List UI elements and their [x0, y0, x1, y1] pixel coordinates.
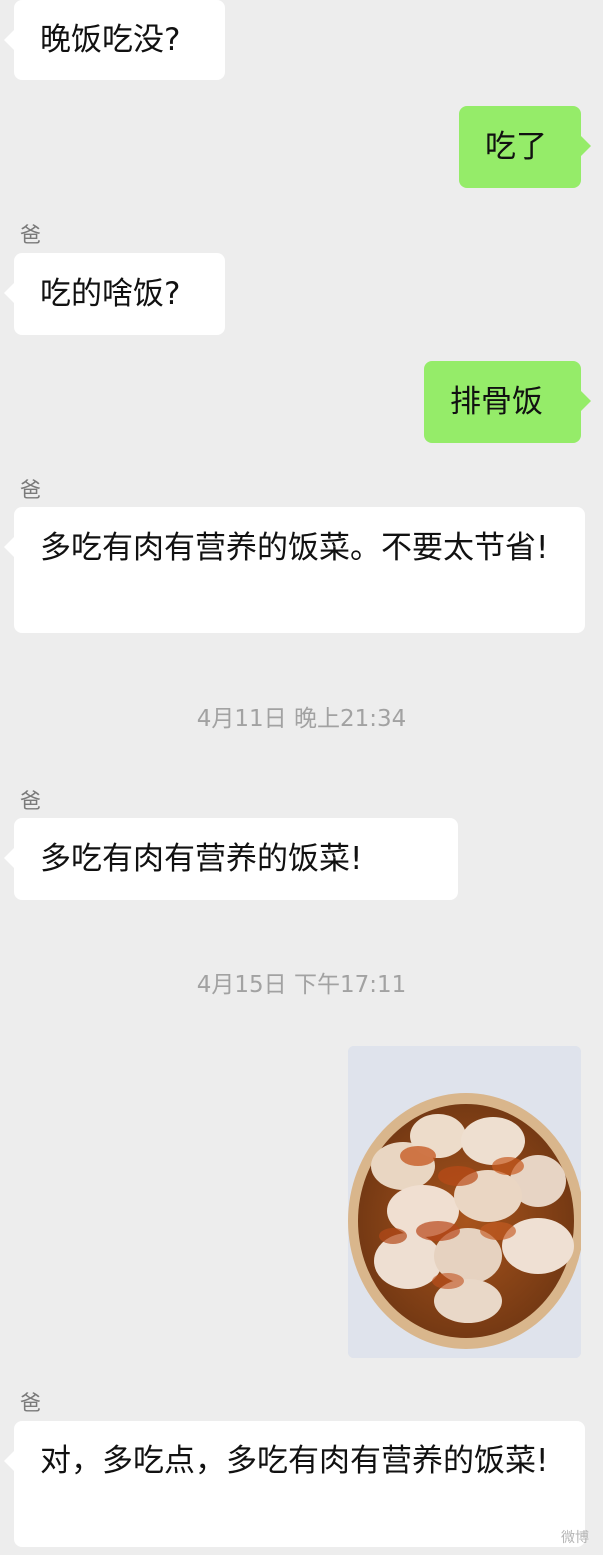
message-text: 对，多吃点，多吃有肉有营养的饭菜!: [40, 1443, 549, 1479]
incoming-message-bubble[interactable]: 吃的啥饭?: [4, 253, 225, 335]
outgoing-message-bubble[interactable]: 排骨饭: [424, 361, 591, 443]
watermark: 微博: [561, 1530, 589, 1546]
message-text: 多吃有肉有营养的饭菜。不要太节省!: [40, 530, 549, 566]
timestamp: 4月11日 晚上21:34: [196, 706, 407, 732]
incoming-message-bubble[interactable]: 对，多吃点，多吃有肉有营养的饭菜!: [4, 1421, 585, 1547]
message-text: 排骨饭: [450, 384, 543, 420]
message-text: 晚饭吃没?: [40, 22, 181, 58]
sender-name: 爸: [20, 789, 41, 813]
incoming-message-bubble[interactable]: 晚饭吃没?: [4, 0, 225, 80]
timestamp: 4月15日 下午17:11: [196, 972, 407, 998]
sender-name: 爸: [20, 1391, 41, 1415]
outgoing-message-bubble[interactable]: 吃了: [459, 106, 591, 188]
message-text: 吃的啥饭?: [40, 276, 181, 312]
incoming-message-bubble[interactable]: 多吃有肉有营养的饭菜。不要太节省!: [4, 507, 585, 633]
message-text: 吃了: [485, 129, 547, 165]
message-text: 多吃有肉有营养的饭菜!: [40, 841, 363, 877]
dumplings-photo[interactable]: [348, 1046, 581, 1358]
sender-name: 爸: [20, 223, 41, 247]
incoming-message-bubble[interactable]: 多吃有肉有营养的饭菜!: [4, 818, 458, 900]
sender-name: 爸: [20, 478, 41, 502]
